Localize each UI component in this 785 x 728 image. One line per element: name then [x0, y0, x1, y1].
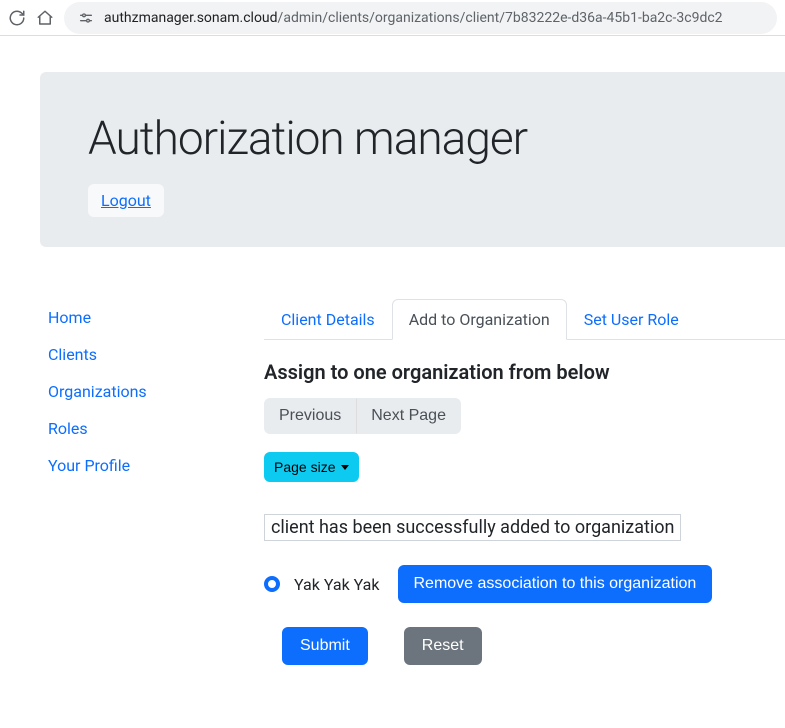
assign-heading: Assign to one organization from below	[264, 360, 785, 384]
tab-set-user-role[interactable]: Set User Role	[567, 299, 696, 340]
sidebar-item-roles[interactable]: Roles	[48, 410, 216, 447]
tab-client-details[interactable]: Client Details	[264, 299, 392, 340]
page-size-dropdown[interactable]: Page size	[264, 452, 359, 482]
logout-button[interactable]: Logout	[88, 184, 164, 217]
status-message: client has been successfully added to or…	[264, 514, 681, 541]
page-header: Authorization manager Logout	[40, 72, 785, 247]
next-page-button[interactable]: Next Page	[356, 398, 461, 434]
tab-add-to-organization[interactable]: Add to Organization	[392, 299, 567, 340]
address-bar[interactable]: authzmanager.sonam.cloud/admin/clients/o…	[64, 2, 777, 34]
submit-button[interactable]: Submit	[282, 627, 368, 665]
sidebar-item-clients[interactable]: Clients	[48, 336, 216, 373]
reload-icon[interactable]	[8, 9, 26, 27]
url-text: authzmanager.sonam.cloud/admin/clients/o…	[104, 10, 723, 26]
page-title: Authorization manager	[88, 112, 737, 166]
sidebar-nav: Home Clients Organizations Roles Your Pr…	[0, 299, 216, 665]
sidebar-item-organizations[interactable]: Organizations	[48, 373, 216, 410]
remove-association-button[interactable]: Remove association to this organization	[398, 565, 713, 603]
caret-down-icon	[341, 465, 349, 470]
home-icon[interactable]	[36, 9, 54, 27]
previous-page-button[interactable]: Previous	[264, 398, 356, 434]
url-path: /admin/clients/organizations/client/7b83…	[278, 10, 723, 26]
sidebar-item-home[interactable]: Home	[48, 299, 216, 336]
site-settings-icon[interactable]	[76, 8, 96, 28]
url-host: authzmanager.sonam.cloud	[104, 10, 278, 26]
form-actions: Submit Reset	[264, 627, 785, 665]
org-row: Yak Yak Yak Remove association to this o…	[264, 565, 785, 603]
main-content: Client Details Add to Organization Set U…	[216, 299, 785, 665]
pagination: PreviousNext Page	[264, 398, 785, 434]
browser-toolbar: authzmanager.sonam.cloud/admin/clients/o…	[0, 0, 785, 36]
reset-button[interactable]: Reset	[404, 627, 482, 665]
sidebar-item-your-profile[interactable]: Your Profile	[48, 447, 216, 484]
page-size-label: Page size	[274, 459, 335, 475]
tab-bar: Client Details Add to Organization Set U…	[264, 299, 785, 340]
org-name: Yak Yak Yak	[294, 575, 380, 594]
org-radio[interactable]	[264, 576, 280, 592]
